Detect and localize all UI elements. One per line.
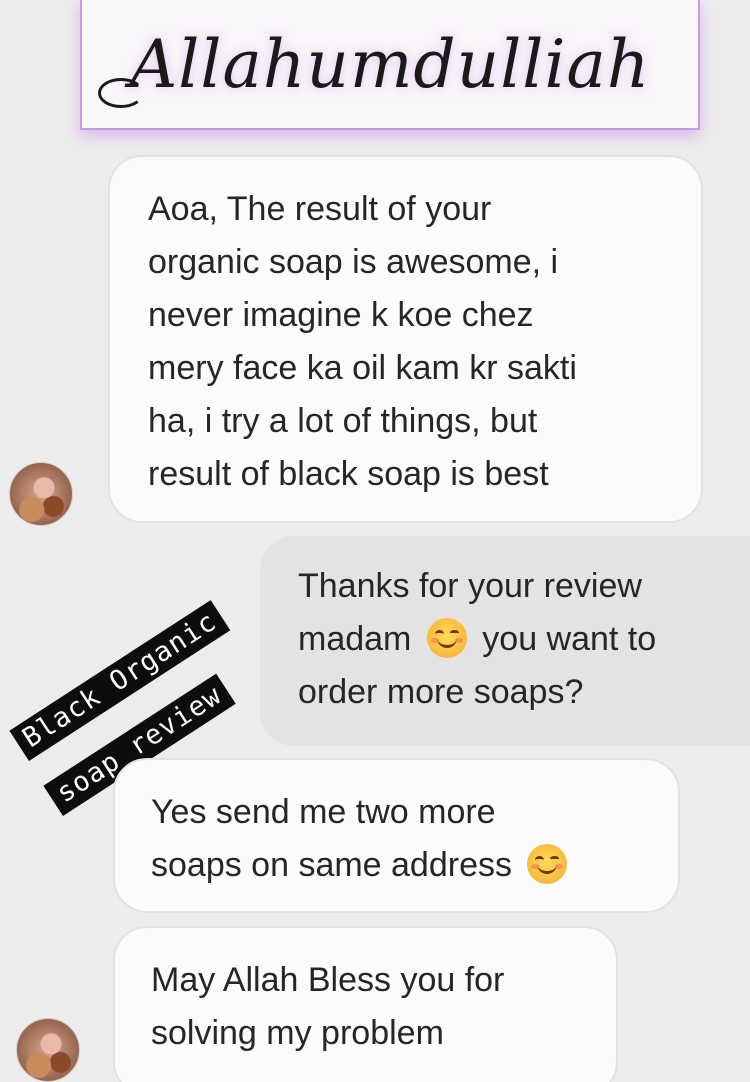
smiling-face-icon bbox=[426, 618, 467, 658]
message-text-line: soaps on same address bbox=[151, 839, 678, 892]
title-banner: Allahumdulliah bbox=[80, 0, 700, 130]
message-text-line: May Allah Bless you for bbox=[151, 961, 505, 999]
message-text-line: madam you want to bbox=[298, 613, 750, 666]
message-bubble-outgoing[interactable]: Thanks for your review madam you want to… bbox=[260, 536, 750, 746]
message-text-line: mery face ka oil kam kr sakti bbox=[148, 349, 577, 387]
message-bubble-incoming[interactable]: May Allah Bless you for solving my probl… bbox=[113, 926, 618, 1082]
message-text-line: ha, i try a lot of things, but bbox=[148, 402, 538, 440]
message-text-line: solving my problem bbox=[151, 1014, 444, 1052]
message-text-line: Thanks for your review bbox=[298, 567, 642, 605]
review-sticker: Black Organic soap review bbox=[5, 510, 305, 816]
message-text-line: never imagine k koe chez bbox=[148, 296, 534, 334]
message-text-fragment: you want to bbox=[482, 620, 657, 658]
sender-avatar[interactable] bbox=[16, 1018, 80, 1082]
title-wrap: Allahumdulliah bbox=[130, 26, 651, 103]
message-text-fragment: madam bbox=[298, 620, 412, 658]
message-bubble-incoming[interactable]: Aoa, The result of your organic soap is … bbox=[108, 155, 703, 523]
message-text-line: Yes send me two more bbox=[151, 793, 496, 831]
message-text-line: Aoa, The result of your bbox=[148, 190, 492, 228]
message-text-line: result of black soap is best bbox=[148, 455, 549, 493]
message-text-fragment: soaps on same address bbox=[151, 846, 512, 884]
message-text-line: order more soaps? bbox=[298, 673, 584, 711]
title-text: Allahumdulliah bbox=[129, 25, 651, 103]
message-bubble-incoming[interactable]: Yes send me two more soaps on same addre… bbox=[113, 758, 680, 913]
message-text-line: organic soap is awesome, i bbox=[148, 243, 559, 281]
smiling-face-icon bbox=[527, 844, 568, 884]
